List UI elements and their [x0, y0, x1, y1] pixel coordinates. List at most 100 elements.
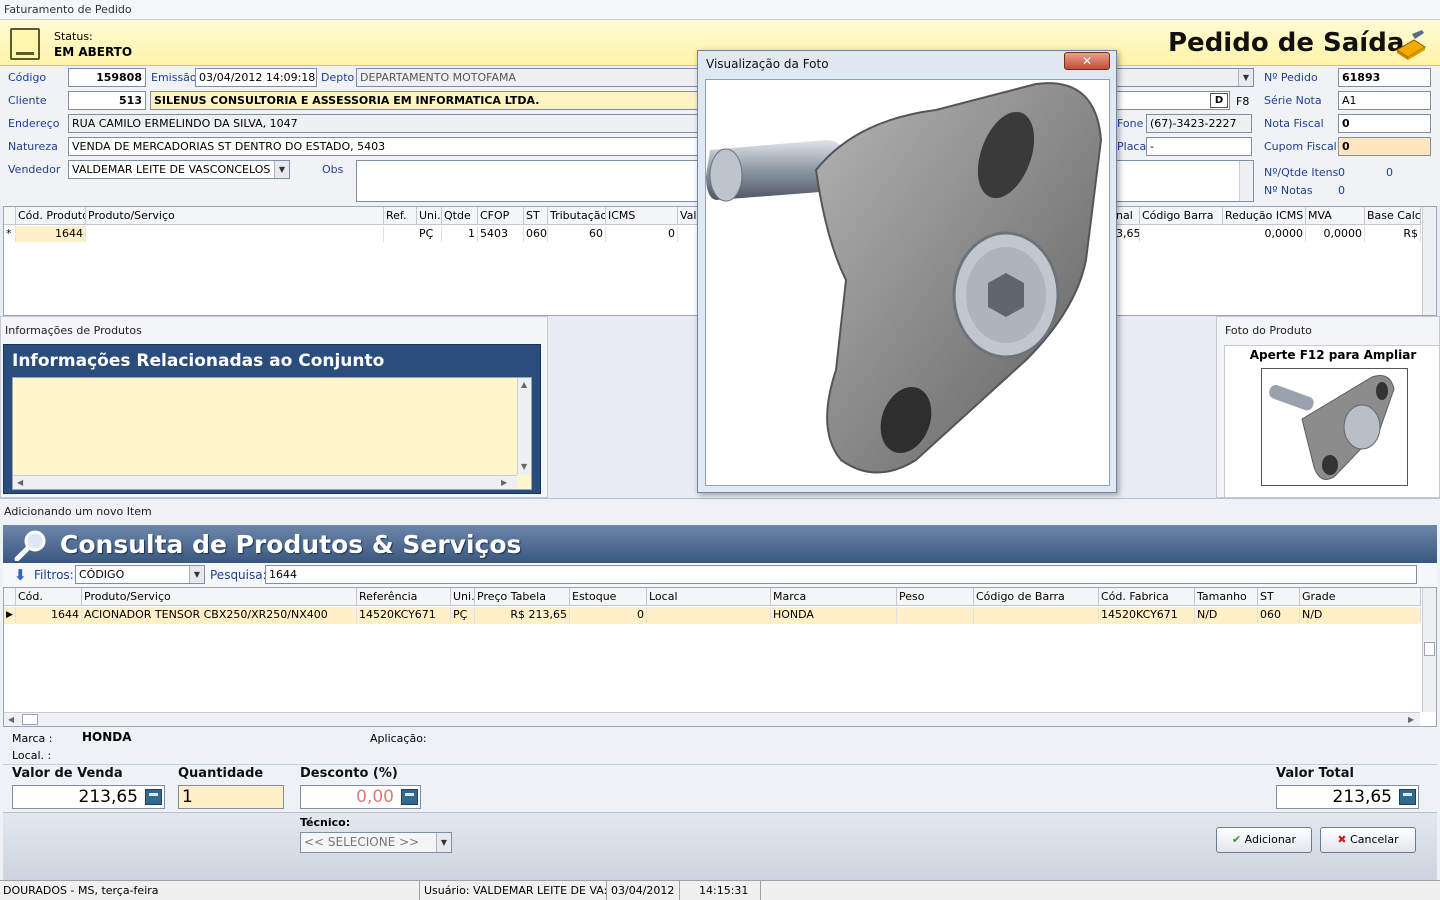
scroll-left-icon[interactable]: ◀ [8, 715, 14, 724]
scroll-up-icon[interactable]: ▲ [521, 380, 527, 389]
products-vscrollbar[interactable] [1422, 588, 1436, 712]
cell-grade[interactable]: N/D [1300, 607, 1421, 623]
cell-peso[interactable] [897, 607, 974, 623]
obs-textarea[interactable] [356, 160, 698, 202]
scroll-thumb[interactable] [22, 714, 38, 725]
grid-header[interactable]: Grade [1300, 588, 1421, 606]
scroll-left-icon[interactable]: ◀ [17, 478, 23, 487]
cell-st[interactable]: 060 [1258, 607, 1300, 623]
calculator-icon[interactable] [401, 789, 418, 805]
cell-reducao[interactable]: 0,0000 [1223, 226, 1306, 242]
grid-header[interactable]: MVA [1306, 207, 1365, 225]
cell-fabrica[interactable]: 14520KCY671 [1099, 607, 1195, 623]
cell-tributacao[interactable]: 60 [548, 226, 606, 242]
info-textarea[interactable]: ▲ ▼ ◀ ▶ [12, 377, 532, 490]
cell-barra[interactable] [974, 607, 1099, 623]
grid-header[interactable]: Estoque [570, 588, 647, 606]
grid-header[interactable]: Qtde [442, 207, 478, 225]
table-row[interactable]: ▶ 1644 ACIONADOR TENSOR CBX250/XR250/NX4… [4, 607, 1421, 624]
filtros-select[interactable]: CÓDIGO ▼ [75, 565, 205, 584]
valor-total-input[interactable]: 213,65 [1276, 785, 1419, 809]
vendedor-select[interactable]: VALDEMAR LEITE DE VASCONCELOS ▼ [68, 160, 290, 179]
cell-produto[interactable]: ACIONADOR TENSOR CBX250/XR250/NX400 [82, 607, 357, 623]
calculator-icon[interactable] [1399, 789, 1416, 805]
emissao-field[interactable]: 03/04/2012 14:09:18 [195, 68, 317, 87]
foto-box[interactable]: Aperte F12 para Ampliar [1224, 345, 1440, 498]
cell-produto[interactable] [86, 226, 384, 242]
serie-field[interactable]: A1 [1338, 91, 1431, 110]
close-button[interactable]: ✕ [1064, 52, 1110, 70]
endereco-field[interactable]: RUA CAMILO ERMELINDO DA SILVA, 1047 [68, 114, 698, 133]
grid-header[interactable]: ST [524, 207, 548, 225]
placa-field[interactable]: - [1146, 137, 1252, 156]
grid-header[interactable]: Cód. Fabrica [1099, 588, 1195, 606]
grid-header[interactable]: Uni. [417, 207, 442, 225]
info-hscrollbar[interactable]: ◀ ▶ [13, 475, 517, 489]
nota-field[interactable]: 0 [1338, 114, 1431, 133]
scroll-right-icon[interactable]: ▶ [1408, 715, 1414, 724]
cell-qtde[interactable]: 1 [442, 226, 478, 242]
valor-venda-input[interactable]: 213,65 [12, 785, 165, 809]
cell-marca[interactable]: HONDA [771, 607, 897, 623]
grid-header[interactable]: Redução ICMS [1223, 207, 1306, 225]
arrow-down-icon[interactable]: ⬇ [14, 566, 27, 584]
depto-select-tail[interactable]: ▼ [1110, 68, 1254, 87]
grid-header[interactable]: Ref. [384, 207, 417, 225]
items-grid-scrollbar[interactable] [1422, 207, 1436, 315]
cell-base[interactable]: R$ [1365, 226, 1421, 242]
grid-header[interactable]: Cód. [16, 588, 82, 606]
scroll-thumb[interactable] [1424, 642, 1435, 656]
photo-viewer-dialog[interactable]: Visualização da Foto ✕ [697, 50, 1117, 493]
grid-header[interactable]: ICMS [606, 207, 678, 225]
grid-header[interactable]: Código Barra [1140, 207, 1223, 225]
cell-uni[interactable]: PÇ [451, 607, 475, 623]
pedido-field[interactable]: 61893 [1338, 68, 1431, 87]
grid-header[interactable]: Peso [897, 588, 974, 606]
chevron-down-icon[interactable]: ▼ [1238, 69, 1253, 86]
pesquisa-input[interactable]: 1644 [265, 565, 1417, 584]
cell-icms[interactable]: 0 [606, 226, 678, 242]
cell-referencia[interactable]: 14520KCY671 [357, 607, 451, 623]
tecnico-select[interactable]: << SELECIONE >> ▼ [300, 832, 452, 853]
cupom-field[interactable]: 0 [1338, 137, 1431, 156]
grid-header[interactable]: Uni. [451, 588, 475, 606]
cell-preco[interactable]: R$ 213,65 [475, 607, 570, 623]
add-button[interactable]: ✔ Adicionar [1216, 827, 1312, 853]
obs-textarea-tail[interactable] [1110, 160, 1254, 202]
quantidade-input[interactable]: 1 [178, 785, 284, 809]
grid-header[interactable]: Tributação [548, 207, 606, 225]
grid-header[interactable]: Código de Barra [974, 588, 1099, 606]
scroll-down-icon[interactable]: ▼ [521, 462, 527, 471]
cell-nal[interactable]: 3,65 [1114, 226, 1140, 242]
cell-cfop[interactable]: 5403 [478, 226, 524, 242]
grid-header[interactable]: CFOP [478, 207, 524, 225]
fone-field[interactable]: (67)-3423-2227 [1146, 114, 1252, 133]
d-button[interactable]: D [1210, 93, 1228, 108]
grid-header[interactable]: Referência [357, 588, 451, 606]
grid-header[interactable]: Local [647, 588, 771, 606]
grid-header[interactable]: ST [1258, 588, 1300, 606]
cliente-code-field[interactable]: 513 [68, 91, 146, 110]
grid-header[interactable]: Valo [678, 207, 698, 225]
cell-estoque[interactable]: 0 [570, 607, 647, 623]
cell-local[interactable] [647, 607, 771, 623]
natureza-field[interactable]: VENDA DE MERCADORIAS ST DENTRO DO ESTADO… [68, 137, 698, 156]
chevron-down-icon[interactable]: ▼ [436, 833, 451, 852]
depto-field[interactable]: DEPARTAMENTO MOTOFAMA [356, 68, 698, 87]
info-vscrollbar[interactable]: ▲ ▼ [517, 378, 531, 475]
grid-header[interactable]: Cód. Produto [16, 207, 86, 225]
desconto-input[interactable]: 0,00 [300, 785, 421, 809]
cell-cod[interactable]: 1644 [16, 607, 82, 623]
scroll-right-icon[interactable]: ▶ [501, 478, 507, 487]
calculator-icon[interactable] [145, 789, 162, 805]
grid-header[interactable]: Marca [771, 588, 897, 606]
products-hscrollbar[interactable]: ◀ ▶ [4, 712, 1420, 726]
grid-header[interactable]: nal [1114, 207, 1140, 225]
cancel-button[interactable]: ✖ Cancelar [1320, 827, 1416, 853]
cliente-name-field[interactable]: SILENUS CONSULTORIA E ASSESSORIA EM INFO… [150, 91, 698, 110]
product-thumbnail[interactable] [1261, 368, 1408, 486]
chevron-down-icon[interactable]: ▼ [189, 566, 204, 583]
obs-scrollbar[interactable] [1239, 161, 1253, 201]
grid-header[interactable]: Base Calcu [1365, 207, 1421, 225]
grid-header[interactable]: Produto/Serviço [86, 207, 384, 225]
